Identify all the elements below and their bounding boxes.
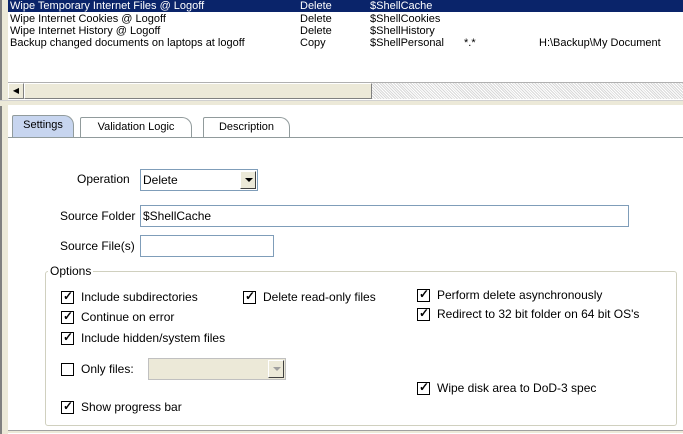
panel-bottom-border bbox=[8, 430, 683, 433]
include-hidden-label: Include hidden/system files bbox=[81, 331, 226, 345]
rule-operation: Delete bbox=[300, 0, 332, 12]
include-subdirectories-label: Include subdirectories bbox=[81, 290, 198, 304]
settings-panel: Operation Delete Source Folder $ShellCac… bbox=[8, 138, 683, 428]
wipe-dod-label: Wipe disk area to DoD-3 spec bbox=[437, 381, 597, 395]
continue-on-error-label: Continue on error bbox=[81, 310, 175, 324]
scroll-left-icon[interactable]: ◀ bbox=[8, 83, 24, 99]
checkbox-icon[interactable]: ✓ bbox=[61, 289, 74, 304]
tab-validation-logic[interactable]: Validation Logic bbox=[80, 117, 192, 137]
rule-name: Wipe Internet History @ Logoff bbox=[10, 25, 161, 37]
rules-list[interactable]: Wipe Temporary Internet Files @ Logoff D… bbox=[8, 0, 683, 82]
list-item[interactable]: Wipe Internet History @ Logoff Delete $S… bbox=[8, 25, 683, 37]
checkbox-icon[interactable]: ✓ bbox=[243, 289, 256, 304]
only-files-label: Only files: bbox=[81, 362, 134, 376]
operation-value: Delete bbox=[143, 173, 178, 187]
source-files-field[interactable] bbox=[140, 235, 274, 257]
checkbox-icon[interactable]: ✓ bbox=[61, 309, 74, 324]
rule-folder: $ShellCookies bbox=[370, 13, 441, 25]
rule-name: Backup changed documents on laptops at l… bbox=[10, 37, 245, 49]
rule-folder: $ShellHistory bbox=[370, 25, 435, 37]
checkbox-icon[interactable]: ✓ bbox=[417, 306, 430, 321]
rule-destination: H:\Backup\My Document bbox=[539, 37, 661, 49]
operation-label: Operation bbox=[77, 172, 130, 186]
rule-operation: Delete bbox=[300, 13, 332, 25]
rule-operation: Delete bbox=[300, 25, 332, 37]
checkbox-icon[interactable] bbox=[61, 363, 74, 376]
list-item[interactable]: Backup changed documents on laptops at l… bbox=[8, 37, 683, 49]
checkbox-icon[interactable]: ✓ bbox=[417, 380, 430, 395]
delete-readonly-label: Delete read-only files bbox=[263, 290, 376, 304]
list-item[interactable]: Wipe Temporary Internet Files @ Logoff D… bbox=[8, 0, 683, 12]
horizontal-scrollbar[interactable]: ◀ bbox=[8, 82, 683, 100]
redirect-32bit-label: Redirect to 32 bit folder on 64 bit OS's bbox=[437, 307, 640, 321]
scroll-track[interactable] bbox=[372, 83, 683, 99]
operation-select[interactable]: Delete bbox=[140, 169, 258, 191]
perform-async-label: Perform delete asynchronously bbox=[437, 288, 603, 302]
checkbox-icon[interactable]: ✓ bbox=[61, 399, 74, 414]
list-item[interactable]: Wipe Internet Cookies @ Logoff Delete $S… bbox=[8, 13, 683, 25]
show-progress-label: Show progress bar bbox=[81, 400, 182, 414]
only-files-select[interactable] bbox=[148, 358, 286, 380]
rule-folder: $ShellCache bbox=[370, 0, 433, 12]
source-files-label: Source File(s) bbox=[60, 239, 135, 253]
source-folder-label: Source Folder bbox=[60, 209, 136, 223]
rule-folder: $ShellPersonal bbox=[370, 37, 444, 49]
source-folder-field[interactable]: $ShellCache bbox=[140, 205, 629, 227]
tab-settings[interactable]: Settings bbox=[12, 115, 74, 137]
chevron-down-icon[interactable] bbox=[268, 360, 284, 378]
chevron-down-icon[interactable] bbox=[240, 171, 256, 189]
rule-name: Wipe Internet Cookies @ Logoff bbox=[10, 13, 166, 25]
rule-operation: Copy bbox=[300, 37, 326, 49]
options-legend: Options bbox=[50, 264, 92, 278]
tab-bar: Settings Validation Logic Description bbox=[8, 105, 683, 137]
rule-name: Wipe Temporary Internet Files @ Logoff bbox=[10, 0, 205, 12]
checkbox-icon[interactable]: ✓ bbox=[417, 287, 430, 302]
scroll-thumb[interactable] bbox=[24, 83, 372, 99]
rule-files: *.* bbox=[464, 37, 476, 49]
tab-description[interactable]: Description bbox=[203, 117, 290, 137]
checkbox-icon[interactable]: ✓ bbox=[61, 330, 74, 345]
